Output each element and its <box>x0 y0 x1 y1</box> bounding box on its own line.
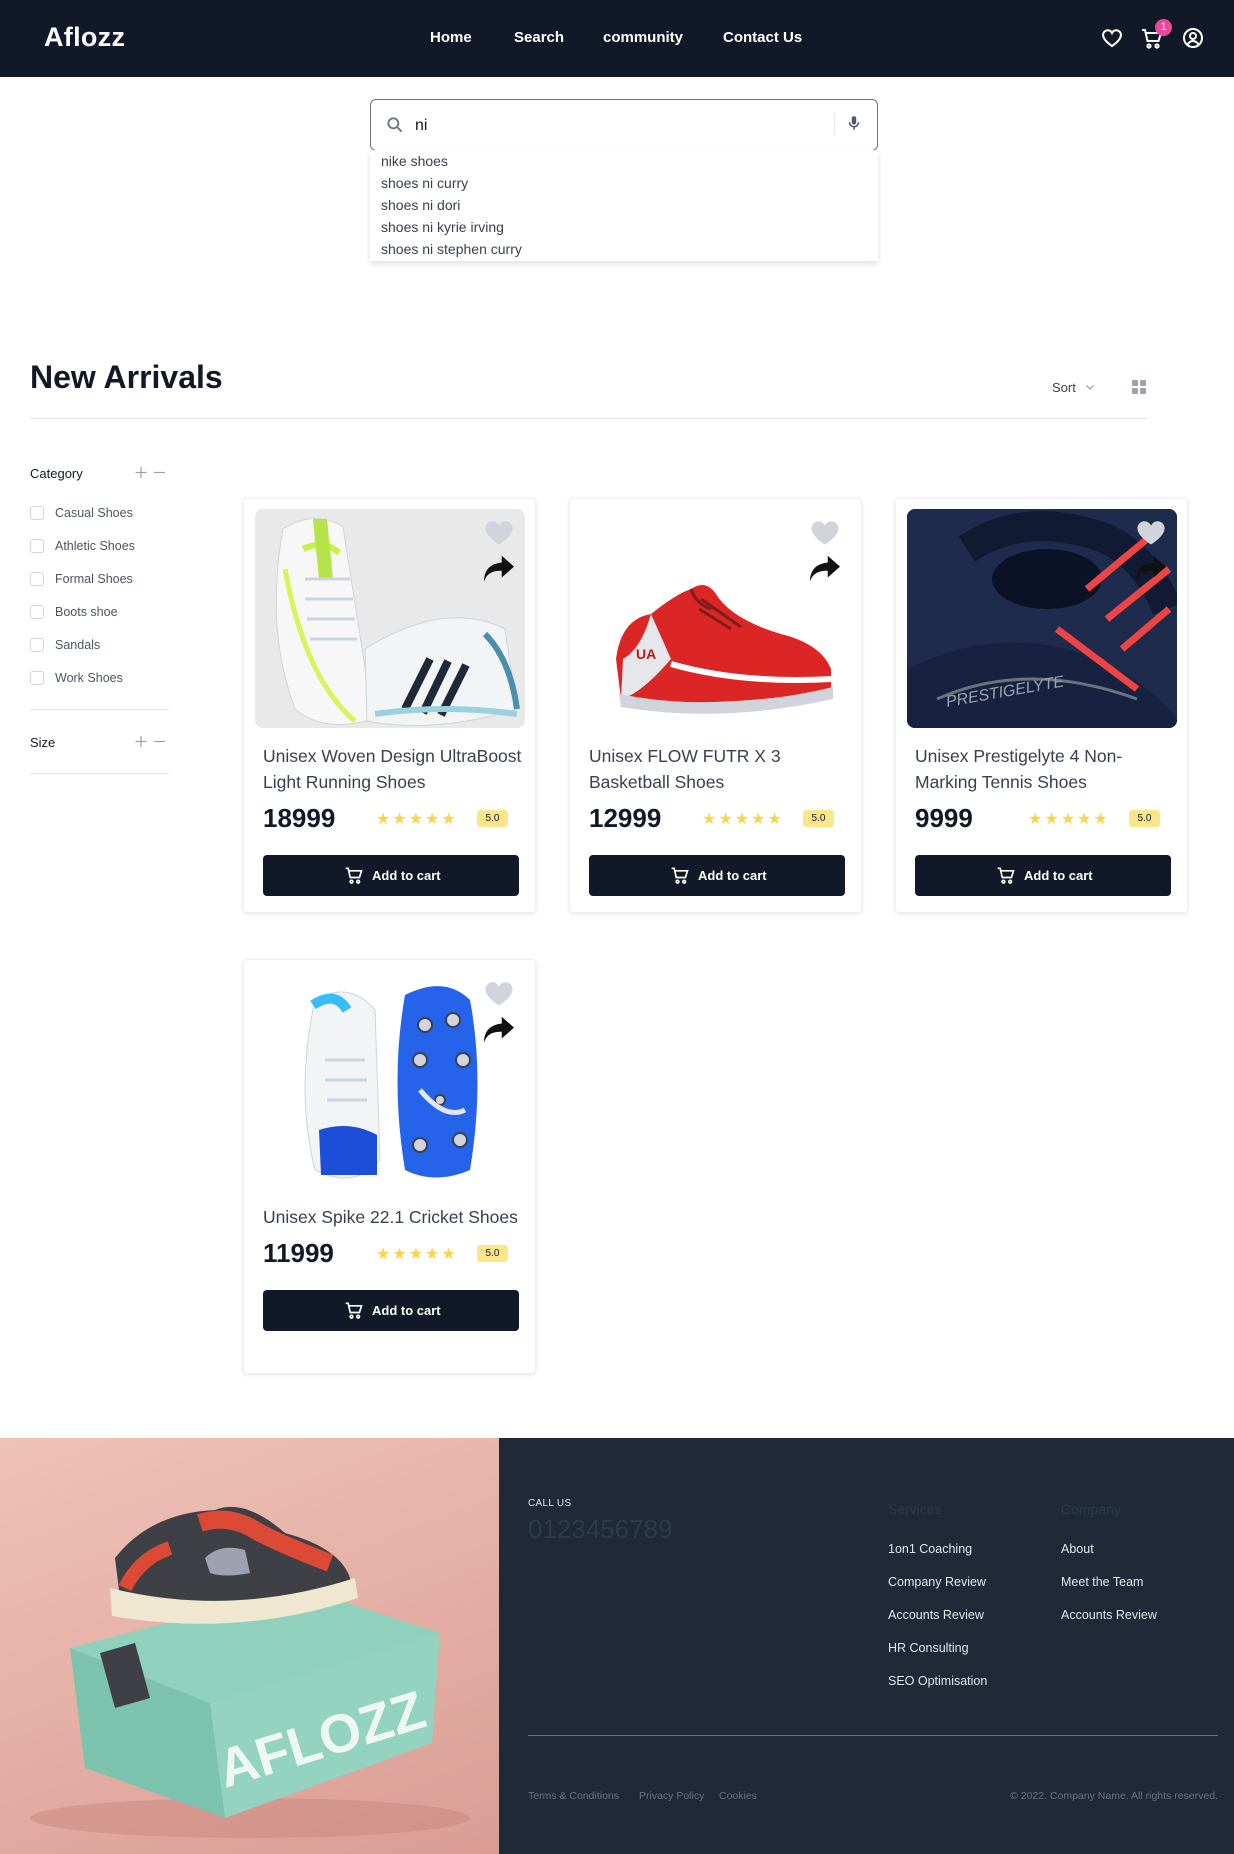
rating-stars-icon: ★★★★★ <box>702 811 784 828</box>
favorite-heart-icon[interactable] <box>484 979 514 1007</box>
cart-count-badge: 1 <box>1155 19 1172 36</box>
suggestion-item[interactable]: shoes ni dori <box>381 197 460 213</box>
size-filter-label[interactable]: Size <box>30 735 55 750</box>
expand-collapse-icon[interactable] <box>134 735 166 748</box>
top-navbar: Aflozz Home Search community Contact Us … <box>0 0 1234 77</box>
product-name[interactable]: Unisex FLOW FUTR X 3 Basketball Shoes <box>589 743 851 795</box>
rating-stars-icon: ★★★★★ <box>376 811 458 828</box>
microphone-icon[interactable] <box>845 113 863 133</box>
svg-text:UA: UA <box>636 646 656 662</box>
rating-badge: 5.0 <box>477 1245 508 1262</box>
favorite-heart-icon[interactable] <box>1136 518 1166 546</box>
copyright-text: © 2022. Company Name. All rights reserve… <box>1010 1790 1218 1802</box>
share-arrow-icon[interactable] <box>482 553 516 583</box>
expand-collapse-icon[interactable] <box>134 466 166 479</box>
add-to-cart-button[interactable]: Add to cart <box>263 1290 519 1331</box>
rating-badge: 5.0 <box>477 810 508 827</box>
cookies-link[interactable]: Cookies <box>719 1790 757 1802</box>
footer-link[interactable]: About <box>1061 1542 1094 1556</box>
section-divider <box>30 418 1147 419</box>
product-card[interactable]: Unisex Woven Design UltraBoost Light Run… <box>243 498 536 913</box>
footer-link[interactable]: Accounts Review <box>888 1608 984 1622</box>
company-heading: Company <box>1061 1501 1121 1517</box>
rating-stars-icon: ★★★★★ <box>1028 811 1110 828</box>
phone-number[interactable]: 0123456789 <box>528 1514 673 1545</box>
product-name[interactable]: Unisex Prestigelyte 4 Non-Marking Tennis… <box>915 743 1177 795</box>
checkbox[interactable] <box>30 572 44 586</box>
brand-logo[interactable]: Aflozz <box>44 22 125 53</box>
product-name[interactable]: Unisex Spike 22.1 Cricket Shoes <box>263 1204 525 1230</box>
favorite-heart-icon[interactable] <box>810 518 840 546</box>
suggestion-item[interactable]: shoes ni curry <box>381 175 468 191</box>
product-card[interactable]: PRESTIGELYTE Unisex Prestigelyte 4 Non-M… <box>895 498 1188 913</box>
share-arrow-icon[interactable] <box>808 553 842 583</box>
add-to-cart-button[interactable]: Add to cart <box>589 855 845 896</box>
suggestion-item[interactable]: nike shoes <box>381 153 448 169</box>
product-price: 12999 <box>589 803 662 833</box>
checkbox[interactable] <box>30 605 44 619</box>
search-suggestions: nike shoes shoes ni curry shoes ni dori … <box>370 150 878 261</box>
product-card[interactable]: Unisex Spike 22.1 Cricket Shoes 11999 ★★… <box>243 959 536 1374</box>
footer-link[interactable]: Company Review <box>888 1575 986 1589</box>
footer-link[interactable]: 1on1 Coaching <box>888 1542 972 1556</box>
checkbox[interactable] <box>30 506 44 520</box>
search-divider <box>834 114 835 134</box>
footer-link[interactable]: Meet the Team <box>1061 1575 1143 1589</box>
checkbox[interactable] <box>30 539 44 553</box>
filter-divider <box>30 709 169 710</box>
category-filter-label[interactable]: Category <box>30 466 83 481</box>
product-price: 18999 <box>263 803 336 833</box>
rating-badge: 5.0 <box>803 810 834 827</box>
filter-divider <box>30 773 169 774</box>
footer-link[interactable]: Accounts Review <box>1061 1608 1157 1622</box>
rating-badge: 5.0 <box>1129 810 1160 827</box>
share-arrow-icon[interactable] <box>482 1014 516 1044</box>
shoe-on-box-image: AFLOZZ <box>30 1506 470 1838</box>
product-name[interactable]: Unisex Woven Design UltraBoost Light Run… <box>263 743 525 795</box>
checkbox[interactable] <box>30 671 44 685</box>
product-card[interactable]: UA Unisex FLOW FUTR X 3 Basketball Shoes… <box>569 498 862 913</box>
checkbox[interactable] <box>30 638 44 652</box>
footer-link[interactable]: SEO Optimisation <box>888 1674 987 1688</box>
search-icon <box>387 117 403 133</box>
nav-home-link[interactable]: Home <box>430 29 472 46</box>
call-us-label: CALL US <box>528 1498 572 1509</box>
cart-icon <box>345 867 363 884</box>
footer-shoe-box-image: AFLOZZ <box>0 1438 499 1854</box>
nav-contact-link[interactable]: Contact Us <box>723 29 802 46</box>
add-to-cart-button[interactable]: Add to cart <box>915 855 1171 896</box>
share-arrow-icon[interactable] <box>1134 553 1168 583</box>
add-to-cart-button[interactable]: Add to cart <box>263 855 519 896</box>
terms-link[interactable]: Terms & Conditions <box>528 1790 619 1802</box>
user-account-icon[interactable] <box>1181 26 1205 50</box>
nav-search-link[interactable]: Search <box>514 29 564 46</box>
cart-icon <box>671 867 689 884</box>
product-price: 11999 <box>263 1238 334 1268</box>
rating-stars-icon: ★★★★★ <box>376 1246 458 1263</box>
search-bar <box>370 99 878 151</box>
footer-link[interactable]: HR Consulting <box>888 1641 969 1655</box>
cart-icon <box>997 867 1015 884</box>
wishlist-heart-icon[interactable] <box>1100 26 1124 50</box>
suggestion-item[interactable]: shoes ni kyrie irving <box>381 219 504 235</box>
page-title: New Arrivals <box>30 359 223 395</box>
suggestion-item[interactable]: shoes ni stephen curry <box>381 241 522 257</box>
product-price: 9999 <box>915 803 973 833</box>
sort-dropdown[interactable]: Sort <box>1052 380 1076 395</box>
privacy-link[interactable]: Privacy Policy <box>639 1790 704 1802</box>
chevron-down-icon[interactable] <box>1084 381 1096 393</box>
search-input[interactable] <box>415 112 795 140</box>
footer: CALL US 0123456789 Services 1on1 Coachin… <box>499 1438 1234 1854</box>
footer-divider <box>528 1735 1218 1736</box>
grid-view-icon[interactable] <box>1131 379 1147 395</box>
favorite-heart-icon[interactable] <box>484 518 514 546</box>
services-heading: Services <box>888 1501 942 1517</box>
nav-community-link[interactable]: community <box>603 29 683 46</box>
cart-icon <box>345 1302 363 1319</box>
